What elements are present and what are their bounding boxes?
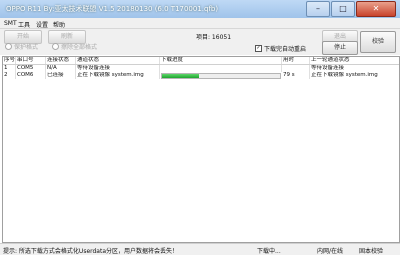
table-row[interactable]: 2 COM6 已连接 正在下载镜像 system.img 79 s 正在下载镜像… (3, 72, 399, 79)
mode-protect-label: 保护格式 (14, 44, 39, 51)
cell-no: 2 (3, 72, 16, 79)
auto-restart-checkbox[interactable]: ✓ 下载完自动重启 (255, 44, 306, 53)
cell-no: 1 (3, 65, 16, 72)
stop-button[interactable]: 停止 (322, 41, 358, 55)
cell-last: 正在下载镜像 system.img (311, 72, 378, 78)
status-bar: 提示: 所选下载方式会格式化Userdata分区，用户数据将会丢失！ 下载中..… (0, 243, 400, 255)
menu-bar: SMT 工具 设置 帮助 (0, 18, 400, 29)
window-title: OPPO R11 By:亚太技术联盟 V1.5 20180130 (6.0 T1… (6, 5, 219, 13)
port-table: 序号 串口号 连接状态 通道状态 下载进度 用时 上一轮通道状态 1 COM5 … (2, 56, 400, 243)
cell-last: 等待设备连接 (311, 65, 345, 71)
table-header: 序号 串口号 连接状态 通道状态 下载进度 用时 上一轮通道状态 (3, 57, 399, 65)
close-button[interactable]: ✕ (356, 1, 396, 17)
cell-progress-empty (160, 65, 282, 72)
download-progress-bar (161, 73, 281, 79)
progress-fill (162, 74, 199, 78)
cell-conn: N/A (46, 65, 76, 72)
col-progress[interactable]: 下载进度 (160, 57, 282, 64)
col-channel[interactable]: 通道状态 (76, 57, 160, 64)
menu-smt[interactable]: SMT (4, 20, 17, 27)
radio-dot (52, 43, 59, 50)
col-conn[interactable]: 连接状态 (46, 57, 76, 64)
menu-settings[interactable]: 设置 (36, 20, 48, 29)
minimize-button[interactable]: – (306, 1, 330, 17)
cell-time (282, 65, 310, 72)
cell-channel: 等待设备连接 (76, 65, 160, 72)
col-no[interactable]: 序号 (3, 57, 16, 64)
menu-help[interactable]: 帮助 (53, 20, 65, 29)
maximize-button[interactable]: □ (331, 1, 355, 17)
col-time[interactable]: 用时 (282, 57, 310, 64)
verify-button[interactable]: 校验 (360, 31, 396, 53)
mode-protect-radio[interactable]: 保护格式 (5, 42, 38, 51)
table-row[interactable]: 1 COM5 N/A 等待设备连接 等待设备连接 (3, 65, 399, 72)
radio-dot (5, 43, 12, 50)
cell-conn: 已连接 (46, 72, 76, 79)
cell-time: 79 s (282, 72, 310, 79)
checkbox-box: ✓ (255, 45, 262, 52)
window-controls: – □ ✕ (306, 1, 396, 17)
cell-port: COM6 (16, 72, 46, 79)
col-last[interactable]: 上一轮通道状态 (310, 57, 399, 64)
title-bar: OPPO R11 By:亚太技术联盟 V1.5 20180130 (6.0 T1… (0, 0, 400, 19)
project-label: 项目: 16051 (196, 34, 232, 41)
cell-port: COM5 (16, 65, 46, 72)
col-port[interactable]: 串口号 (16, 57, 46, 64)
auto-restart-label: 下载完自动重启 (264, 46, 307, 53)
mode-erase-label: 擦除全部格式 (61, 44, 98, 51)
menu-tools[interactable]: 工具 (18, 20, 30, 29)
mode-erase-radio[interactable]: 擦除全部格式 (52, 42, 97, 51)
cell-channel: 正在下载镜像 system.img (76, 72, 160, 79)
